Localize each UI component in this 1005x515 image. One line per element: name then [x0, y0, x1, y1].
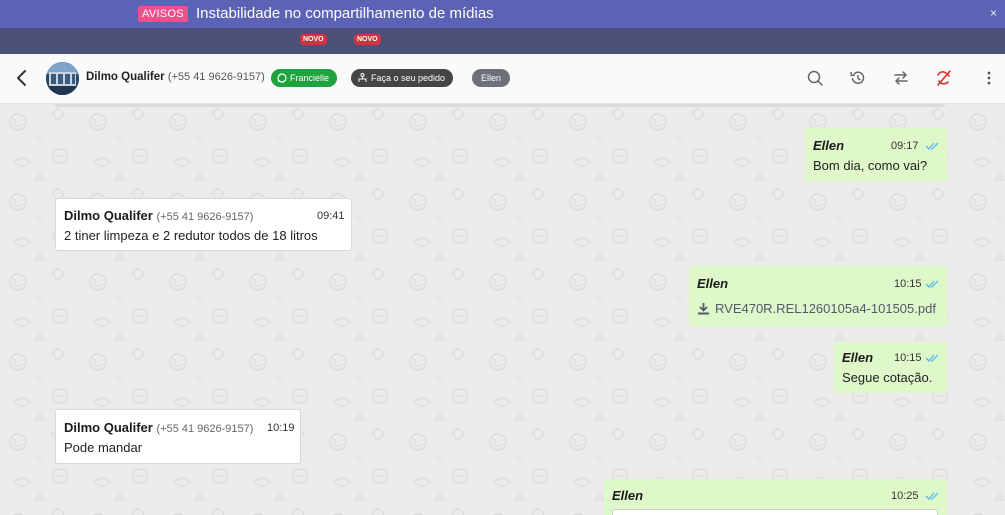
contact-name-text: Dilmo Qualifer [86, 71, 165, 83]
read-ticks-icon [925, 492, 939, 500]
history-icon[interactable] [849, 69, 867, 87]
message-time: 09:17 [891, 140, 919, 152]
message-author: Ellen [813, 138, 845, 153]
flow-pill[interactable]: Faça o seu pedido [351, 69, 454, 87]
header-divider [55, 104, 945, 107]
new-badge: NOVO [354, 34, 381, 45]
top-nav: NOVO NOVO [0, 28, 1005, 54]
message-time: 09:41 [317, 210, 345, 222]
contact-name: Dilmo Qualifer (+55 41 9626-9157) [86, 71, 265, 83]
message-text: Segue cotação. [842, 370, 933, 385]
read-ticks-icon [925, 354, 939, 362]
message-author: Dilmo Qualifer (+55 41 9626-9157) [64, 208, 253, 223]
notice-text: Instabilidade no compartilhamento de míd… [196, 5, 494, 22]
attachment-preview[interactable] [612, 509, 938, 515]
message-time: 10:19 [267, 422, 295, 434]
close-icon[interactable]: × [990, 6, 997, 20]
transfer-icon[interactable] [892, 69, 910, 87]
file-name: RVE470R.REL1260105a4-101505.pdf [715, 301, 936, 316]
message-time: 10:15 [894, 278, 922, 290]
read-ticks-icon [925, 142, 939, 150]
message-bubble-outgoing[interactable]: Ellen 09:17 Bom dia, como vai? [805, 128, 947, 181]
whatsapp-icon [277, 73, 287, 83]
message-author: Ellen [612, 488, 644, 503]
message-bubble-incoming[interactable]: Dilmo Qualifer (+55 41 9626-9157) 10:19 … [55, 409, 301, 464]
message-bubble-outgoing[interactable]: Ellen 10:15 Segue cotação. [834, 342, 947, 393]
avatar[interactable] [46, 62, 79, 95]
search-icon[interactable] [806, 69, 824, 87]
message-bubble-incoming[interactable]: Dilmo Qualifer (+55 41 9626-9157) 09:41 … [55, 198, 352, 251]
download-icon [698, 303, 709, 315]
message-bubble-outgoing[interactable]: Ellen 10:15 RVE470R.REL1260105a4-101505.… [689, 266, 947, 326]
message-text: Bom dia, como vai? [813, 158, 928, 173]
message-text: 2 tiner limpeza e 2 redutor todos de 18 … [64, 228, 318, 243]
contact-phone: (+55 41 9626-9157) [167, 71, 265, 83]
finish-chat-icon[interactable] [935, 69, 953, 87]
read-ticks-icon [925, 280, 939, 288]
file-attachment-link[interactable]: RVE470R.REL1260105a4-101505.pdf [697, 301, 936, 316]
message-author-name: Dilmo Qualifer [64, 208, 153, 223]
channel-pill[interactable]: Francielle [271, 69, 338, 87]
message-bubble-outgoing[interactable]: Ellen 10:25 [604, 479, 947, 515]
more-icon[interactable] [980, 69, 998, 87]
message-author: Dilmo Qualifer (+55 41 9626-9157) [64, 420, 253, 435]
message-author: Ellen [842, 350, 874, 365]
flow-pill-label: Faça o seu pedido [371, 73, 446, 83]
flow-icon [358, 73, 367, 82]
message-author-phone: (+55 41 9626-9157) [156, 423, 254, 435]
message-author: Ellen [697, 276, 729, 291]
message-text: Pode mandar [64, 440, 143, 455]
notice-tag: AVISOS [138, 6, 188, 22]
new-badge: NOVO [300, 34, 327, 45]
message-author-phone: (+55 41 9626-9157) [156, 211, 254, 223]
notice-bar: AVISOS Instabilidade no compartilhamento… [0, 0, 1005, 28]
message-time: 10:15 [894, 352, 922, 364]
message-author-name: Dilmo Qualifer [64, 420, 153, 435]
chat-header: Dilmo Qualifer (+55 41 9626-9157) Franci… [0, 54, 1005, 104]
agent-pill[interactable]: Ellen [472, 69, 511, 87]
chat-area[interactable]: Ellen 09:17 Bom dia, como vai? Dilmo Qua… [0, 104, 1005, 515]
back-arrow-icon[interactable] [12, 68, 32, 88]
message-time: 10:25 [891, 490, 919, 502]
channel-pill-label: Francielle [290, 73, 330, 83]
